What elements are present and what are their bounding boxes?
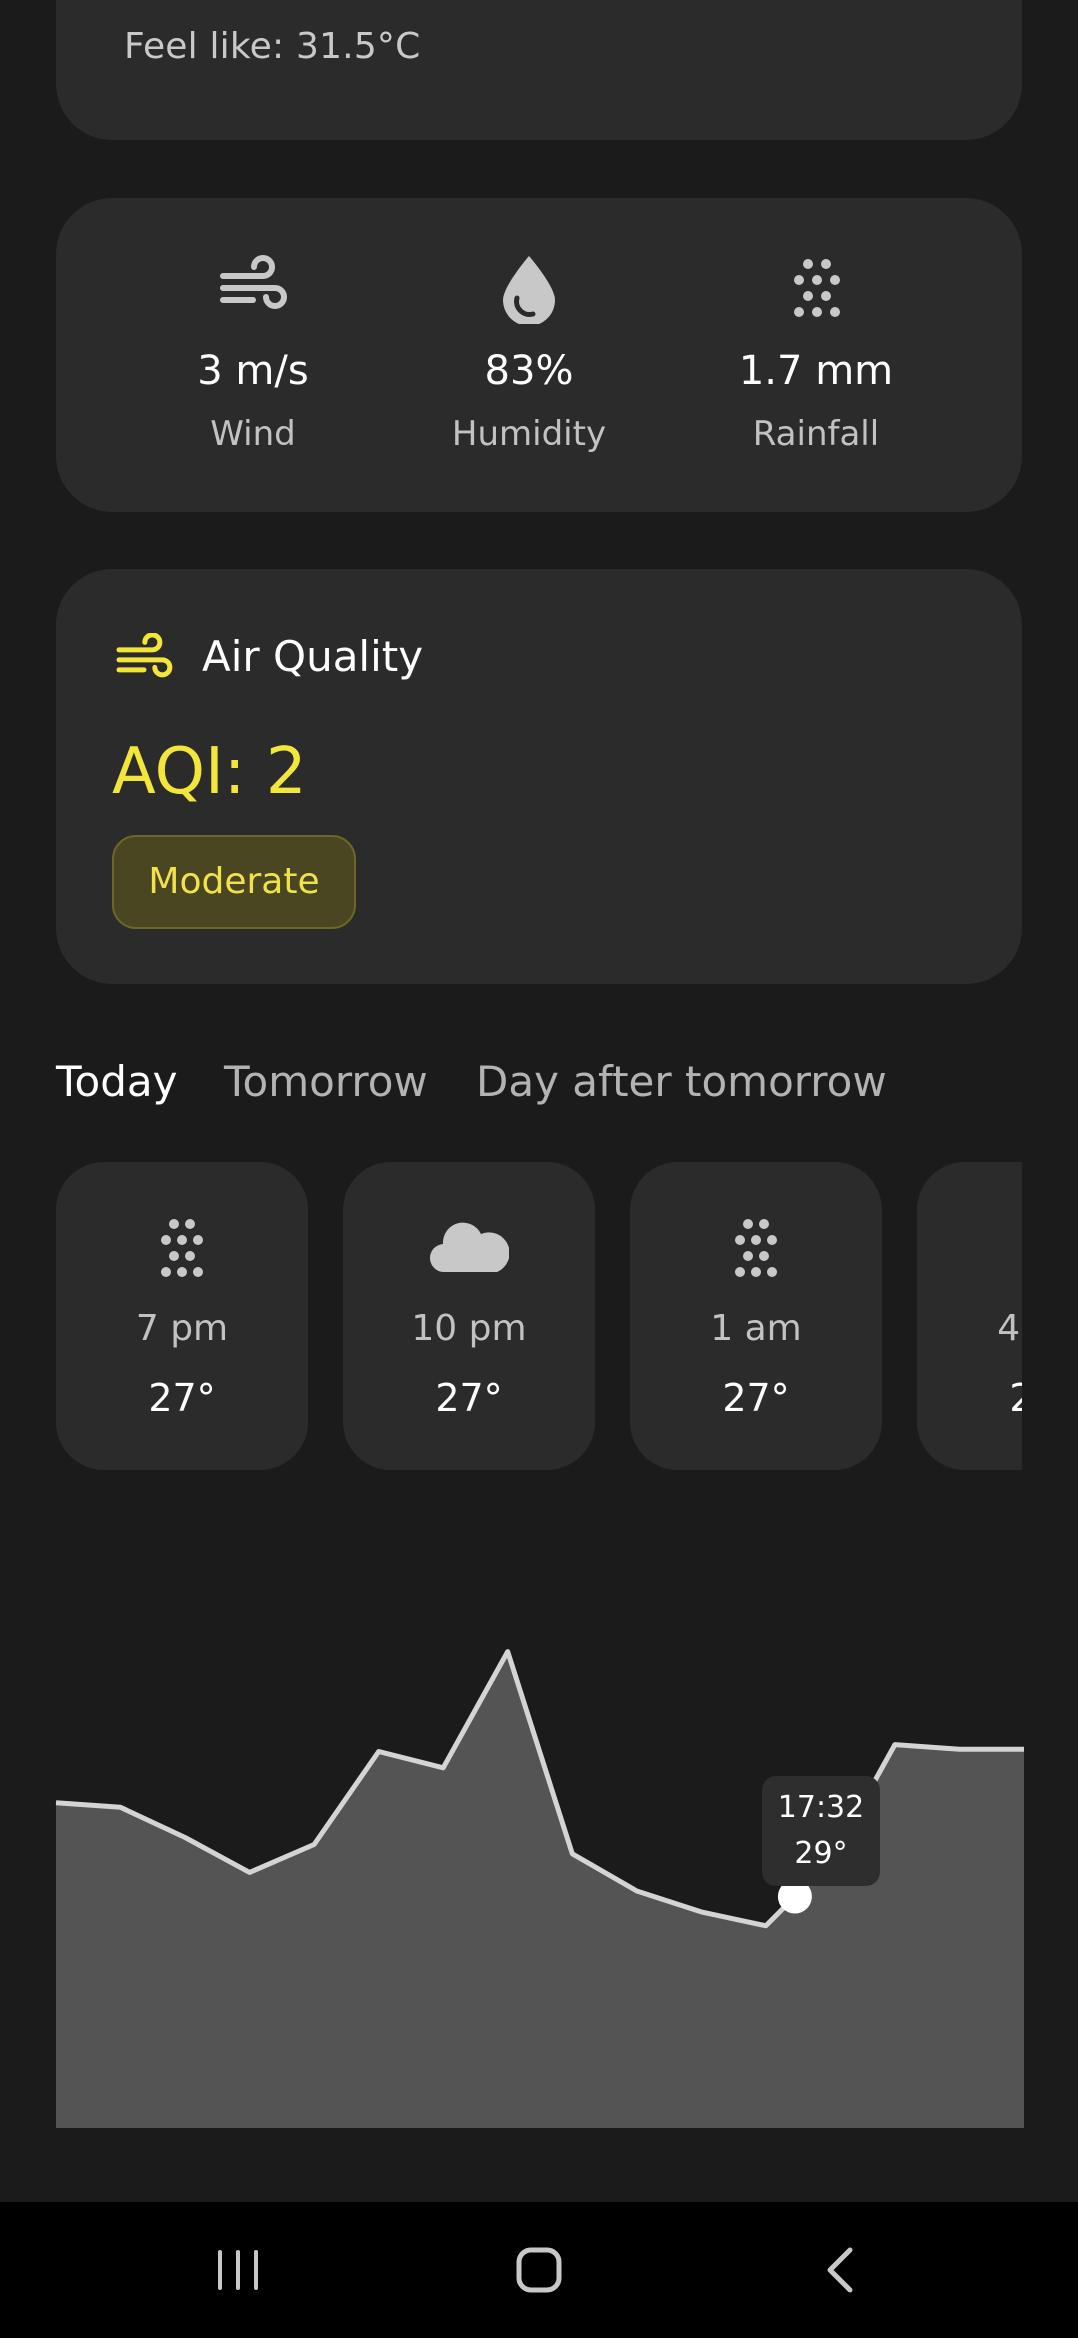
recent-apps-icon[interactable]: [188, 2230, 288, 2310]
hourly-card[interactable]: 4 am 27°: [917, 1162, 1022, 1470]
rainfall-label: Rainfall: [752, 414, 880, 454]
tooltip-temp: 29°: [794, 1836, 848, 1871]
wind-icon: [116, 633, 173, 678]
back-icon[interactable]: [792, 2230, 892, 2310]
current-weather-card: Feel like: 31.5°C: [56, 0, 1022, 140]
rainfall-value: 1.7 mm: [738, 348, 894, 394]
weather-stats-card: 3 m/s Wind 83% Humidity 1.7 mm Rainfall: [56, 198, 1022, 512]
hourly-card[interactable]: 1 am 27°: [630, 1162, 882, 1470]
air-quality-card: Air Quality AQI: 2 Moderate: [56, 569, 1022, 984]
wind-value: 3 m/s: [197, 348, 309, 394]
hourly-time: 7 pm: [135, 1308, 229, 1349]
hourly-forecast-list[interactable]: 7 pm 27° 10 pm 27° 1 am 27° 4 2: [56, 1162, 1022, 1472]
hourly-time: 10 pm: [411, 1308, 527, 1349]
humidity-label: Humidity: [451, 414, 607, 454]
tab-today[interactable]: Today: [56, 1057, 177, 1106]
hourly-temp: 27°: [148, 1376, 216, 1420]
hourly-temp: 27°: [1009, 1376, 1022, 1420]
hourly-temp: 27°: [722, 1376, 790, 1420]
hourly-card[interactable]: 7 pm 27°: [56, 1162, 308, 1470]
wind-label: Wind: [210, 414, 296, 454]
system-navigation-bar: [0, 2202, 1078, 2338]
tooltip-time: 17:32: [777, 1790, 865, 1825]
cloud-icon: [429, 1222, 509, 1273]
chart-tooltip: 17:32 29°: [762, 1776, 880, 1886]
tab-tomorrow[interactable]: Tomorrow: [224, 1057, 428, 1106]
rain-dots-icon: [735, 1219, 777, 1277]
feels-like-text: Feel like: 31.5°C: [124, 26, 421, 67]
wind-icon: [220, 255, 287, 309]
home-icon[interactable]: [489, 2230, 589, 2310]
aqi-status-badge: Moderate: [112, 835, 356, 929]
hourly-temp: 27°: [435, 1376, 503, 1420]
chart-area: [56, 1651, 1024, 2128]
aqi-value: AQI: 2: [112, 735, 307, 809]
rain-dots-icon: [161, 1219, 203, 1277]
hourly-card[interactable]: 10 pm 27°: [343, 1162, 595, 1470]
air-quality-title: Air Quality: [202, 632, 424, 681]
hourly-time: 1 am: [710, 1308, 802, 1349]
rain-dots-icon: [1003, 1216, 1022, 1280]
rain-dots-icon: [794, 259, 840, 317]
weather-screen: Feel like: 31.5°C 3 m/s Wind 83% Humidit…: [0, 0, 1078, 2338]
humidity-value: 83%: [484, 348, 574, 394]
temperature-chart[interactable]: [0, 1640, 1078, 2140]
hourly-time: 4 am: [997, 1308, 1022, 1349]
droplet-icon: [503, 256, 555, 324]
tab-day-after-tomorrow[interactable]: Day after tomorrow: [476, 1057, 887, 1106]
